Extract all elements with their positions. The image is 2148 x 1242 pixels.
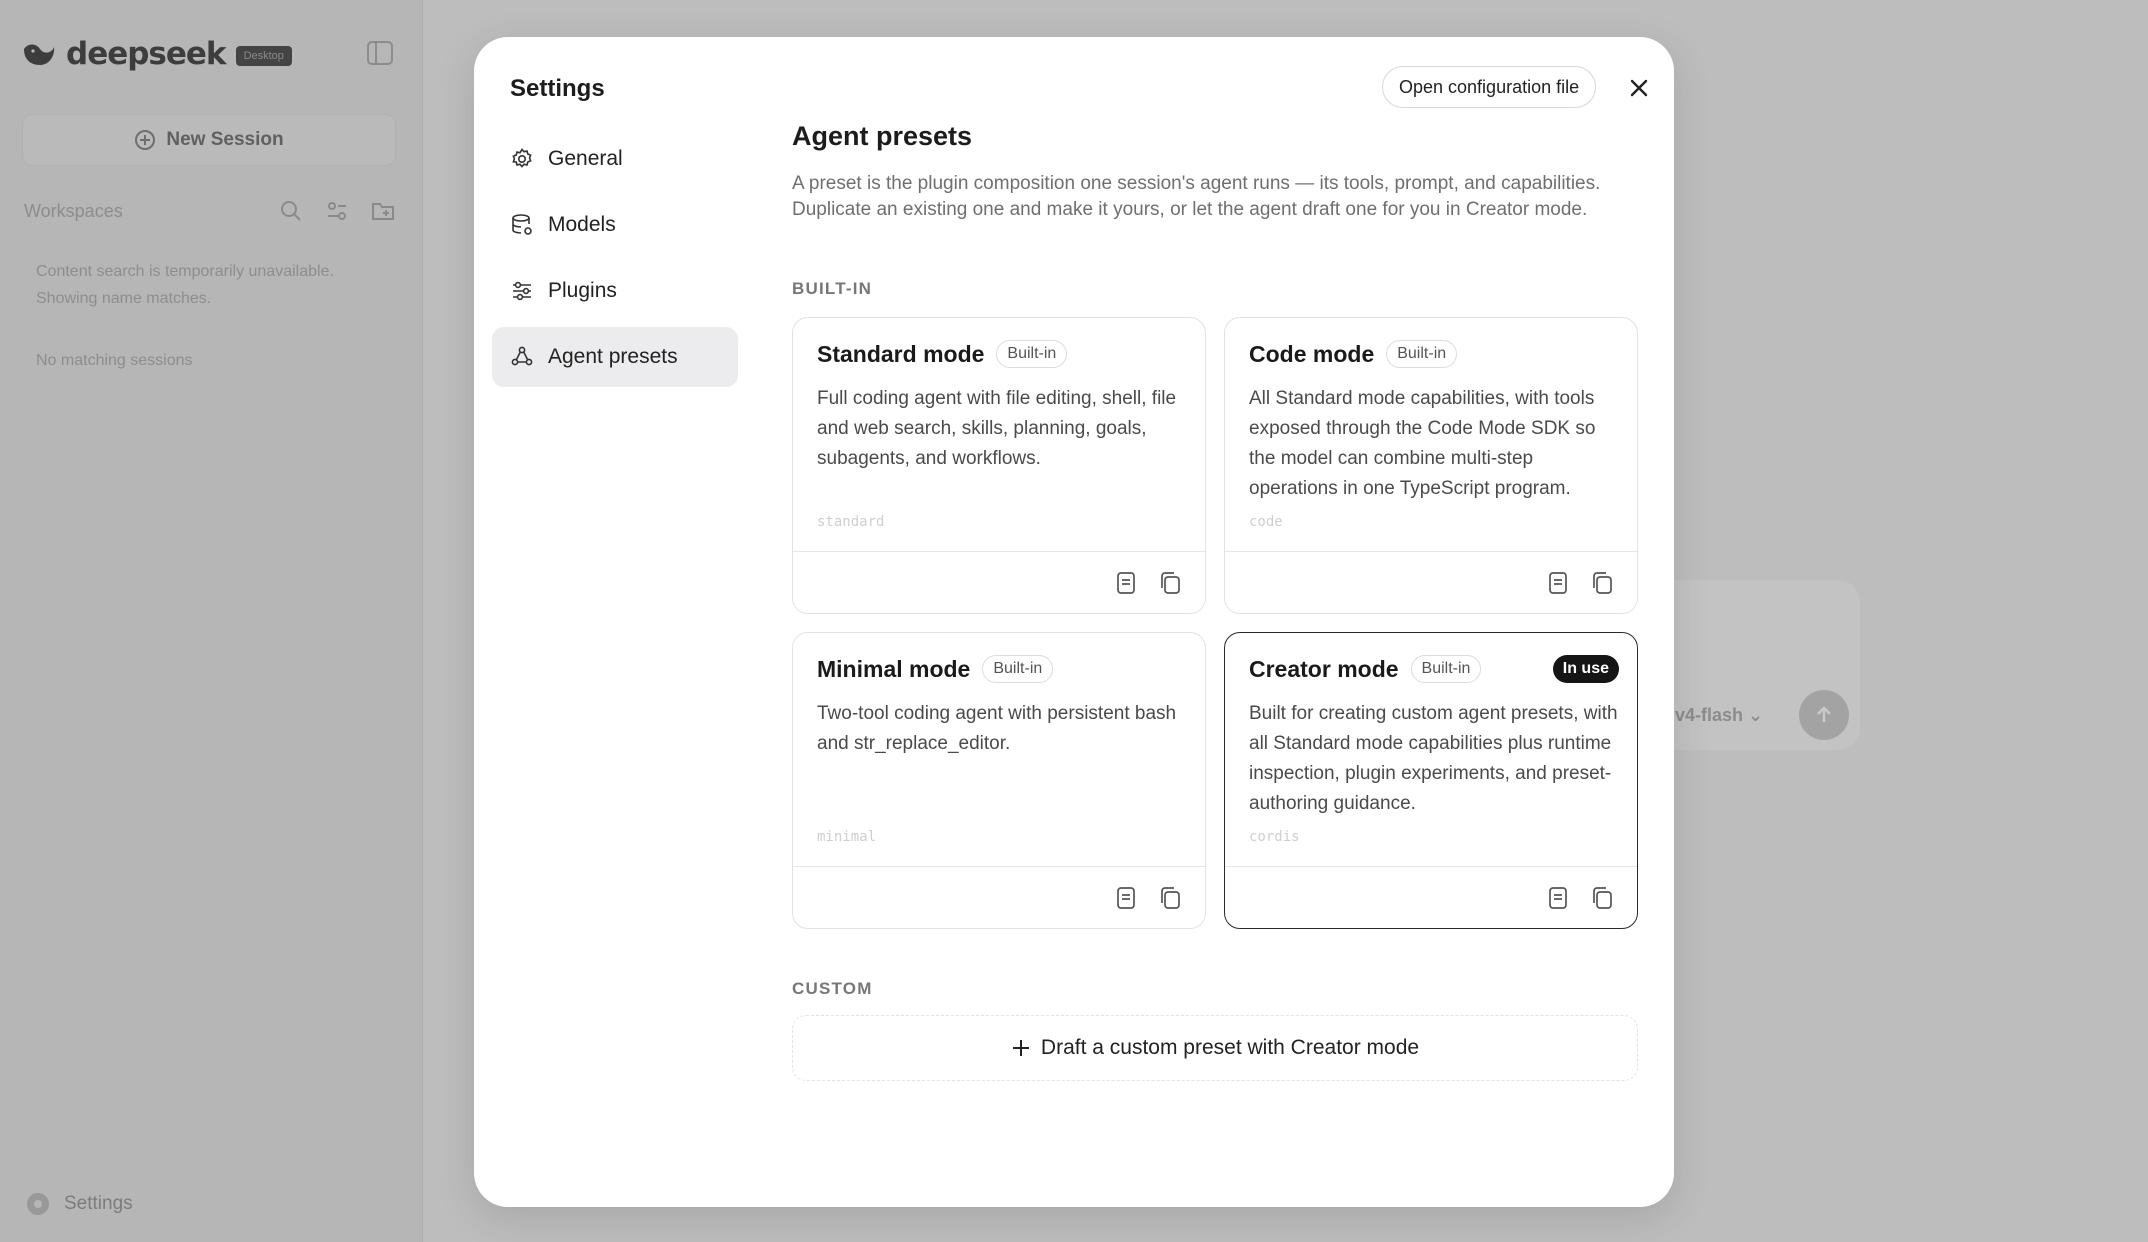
preset-card-creator[interactable]: Creator mode Built-in In use Built for c… bbox=[1224, 632, 1638, 929]
builtin-tag: Built-in bbox=[982, 655, 1054, 683]
sliders-icon bbox=[513, 281, 531, 301]
card-footer bbox=[793, 551, 1205, 613]
duplicate-icon[interactable] bbox=[1589, 885, 1615, 911]
preset-name: Standard mode bbox=[817, 340, 985, 367]
close-icon[interactable] bbox=[1626, 75, 1652, 101]
nav-item-models[interactable]: Models bbox=[492, 195, 738, 255]
nav-label: Plugins bbox=[548, 279, 617, 302]
builtin-tag: Built-in bbox=[1386, 340, 1458, 368]
preset-id: standard bbox=[817, 514, 885, 530]
preset-id: code bbox=[1249, 514, 1283, 530]
preset-description: Built for creating custom agent presets,… bbox=[1249, 703, 1618, 814]
preset-description: All Standard mode capabilities, with too… bbox=[1249, 388, 1596, 499]
builtin-presets-grid: Standard mode Built-in Full coding agent… bbox=[792, 317, 1638, 929]
builtin-section-label: BUILT-IN bbox=[792, 279, 873, 298]
view-details-icon[interactable] bbox=[1113, 885, 1139, 911]
nav-label: Agent presets bbox=[548, 345, 678, 368]
duplicate-icon[interactable] bbox=[1589, 570, 1615, 596]
gear-icon bbox=[512, 148, 532, 168]
duplicate-icon[interactable] bbox=[1157, 570, 1183, 596]
preset-name: Code mode bbox=[1249, 340, 1375, 367]
database-icon bbox=[512, 214, 532, 235]
draft-button-label: Draft a custom preset with Creator mode bbox=[1040, 1036, 1420, 1059]
in-use-badge: In use bbox=[1552, 655, 1619, 683]
view-details-icon[interactable] bbox=[1545, 570, 1571, 596]
modal-title: Settings bbox=[510, 75, 605, 102]
preset-id: cordis bbox=[1249, 829, 1300, 845]
preset-card-minimal[interactable]: Minimal mode Built-in Two-tool coding ag… bbox=[792, 632, 1206, 929]
card-footer bbox=[1225, 866, 1637, 928]
settings-modal: Settings General Models Plugins Agent pr… bbox=[474, 37, 1674, 1207]
nodes-icon bbox=[511, 346, 533, 366]
preset-name: Minimal mode bbox=[817, 655, 971, 682]
view-details-icon[interactable] bbox=[1545, 885, 1571, 911]
nav-label: Models bbox=[548, 213, 616, 236]
preset-description: Two-tool coding agent with persistent ba… bbox=[817, 703, 1177, 754]
page-title: Agent presets bbox=[792, 121, 973, 151]
preset-name: Creator mode bbox=[1249, 655, 1399, 682]
nav-item-plugins[interactable]: Plugins bbox=[492, 261, 738, 321]
draft-custom-preset-button[interactable]: Draft a custom preset with Creator mode bbox=[792, 1015, 1638, 1081]
card-footer bbox=[1225, 551, 1637, 613]
open-config-button[interactable]: Open configuration file bbox=[1382, 66, 1597, 108]
presets-description: A preset is the plugin composition one s… bbox=[792, 173, 1601, 220]
custom-section-label: CUSTOM bbox=[792, 979, 873, 998]
nav-label: General bbox=[548, 147, 623, 170]
card-footer bbox=[793, 866, 1205, 928]
preset-id: minimal bbox=[817, 829, 877, 845]
builtin-tag: Built-in bbox=[1410, 655, 1482, 683]
settings-nav: General Models Plugins Agent presets bbox=[492, 129, 738, 393]
duplicate-icon[interactable] bbox=[1157, 885, 1183, 911]
nav-item-agent-presets[interactable]: Agent presets bbox=[492, 327, 738, 387]
nav-item-general[interactable]: General bbox=[492, 129, 738, 189]
plus-icon bbox=[1012, 1040, 1029, 1056]
preset-card-code[interactable]: Code mode Built-in All Standard mode cap… bbox=[1224, 317, 1638, 614]
builtin-tag: Built-in bbox=[996, 340, 1068, 368]
view-details-icon[interactable] bbox=[1113, 570, 1139, 596]
preset-description: Full coding agent with file editing, she… bbox=[817, 388, 1177, 469]
preset-card-standard[interactable]: Standard mode Built-in Full coding agent… bbox=[792, 317, 1206, 614]
